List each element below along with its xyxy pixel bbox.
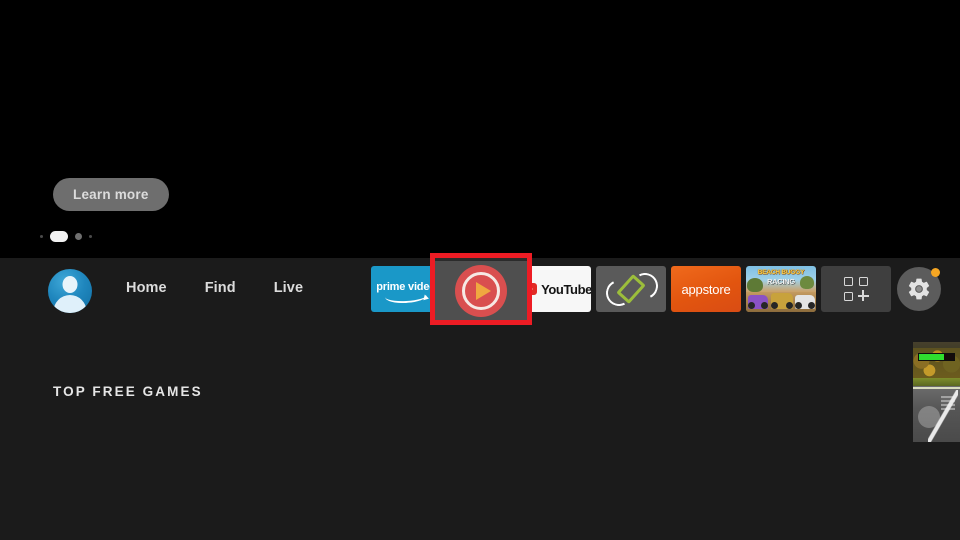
apps-grid-plus-icon [844, 277, 869, 301]
nav-item-home[interactable]: Home [126, 280, 167, 296]
appstore-label: appstore [681, 281, 731, 297]
shelf-area: Home Find Live TOP FREE GAMES prime vide… [0, 253, 960, 540]
prime-video-arrow-icon [423, 294, 430, 302]
avatar-body [53, 295, 87, 313]
tile-media-player-wrapper[interactable] [430, 253, 532, 325]
game-art-bush-left [747, 278, 763, 292]
page-dot-2-active[interactable] [50, 230, 68, 242]
tile-racing-game[interactable]: BEACH BUGGY RACING [746, 266, 816, 312]
tile-media-player[interactable] [430, 253, 532, 325]
carousel-pager[interactable] [40, 230, 92, 242]
tile-appstore[interactable]: appstore [671, 266, 741, 312]
game-art-buggy-3 [795, 295, 815, 309]
pip-progress-bar [918, 353, 955, 361]
play-ring [462, 271, 500, 310]
tile-all-apps[interactable] [821, 266, 891, 312]
pip-road-edge [913, 387, 960, 389]
page-dot-1[interactable] [40, 234, 43, 238]
play-circle-icon [455, 264, 507, 317]
pip-progress-fill [919, 354, 945, 360]
gear-button[interactable] [897, 267, 941, 311]
play-triangle-icon [476, 281, 491, 300]
notification-badge-dot [931, 268, 940, 277]
fire-tv-home-screen: Learn more Home Find Live TOP FREE GAMES… [0, 0, 960, 540]
game-art-buggy-2 [771, 293, 793, 309]
youtube-label: YouTube [541, 281, 591, 297]
game-art-title: BEACH BUGGY [757, 269, 805, 276]
nav-item-live[interactable]: Live [274, 280, 303, 296]
nav-item-find[interactable]: Find [205, 280, 236, 296]
hero-banner: Learn more [0, 0, 960, 258]
pip-steering-control[interactable] [918, 406, 940, 428]
game-art-bush-right [800, 276, 814, 289]
tile-settings[interactable] [896, 266, 942, 312]
app-tile-row: prime video YouTube appstore BEACH BUGGY… [371, 253, 942, 325]
prime-video-smile-icon [384, 287, 428, 305]
picture-in-picture-game[interactable] [913, 342, 960, 442]
user-avatar-icon[interactable] [48, 269, 92, 313]
shelf-title: TOP FREE GAMES [53, 384, 203, 399]
game-art-buggy-1 [748, 295, 768, 309]
main-navigation: Home Find Live [126, 280, 303, 296]
learn-more-button[interactable]: Learn more [53, 178, 169, 211]
game-art-subtitle: RACING [767, 277, 795, 286]
avatar-head [62, 276, 78, 293]
gear-icon [908, 278, 930, 300]
page-dot-3[interactable] [75, 232, 82, 240]
tile-screen-rotate[interactable] [596, 266, 666, 312]
page-dot-4[interactable] [89, 234, 92, 238]
pip-pedal-control[interactable] [941, 396, 955, 410]
